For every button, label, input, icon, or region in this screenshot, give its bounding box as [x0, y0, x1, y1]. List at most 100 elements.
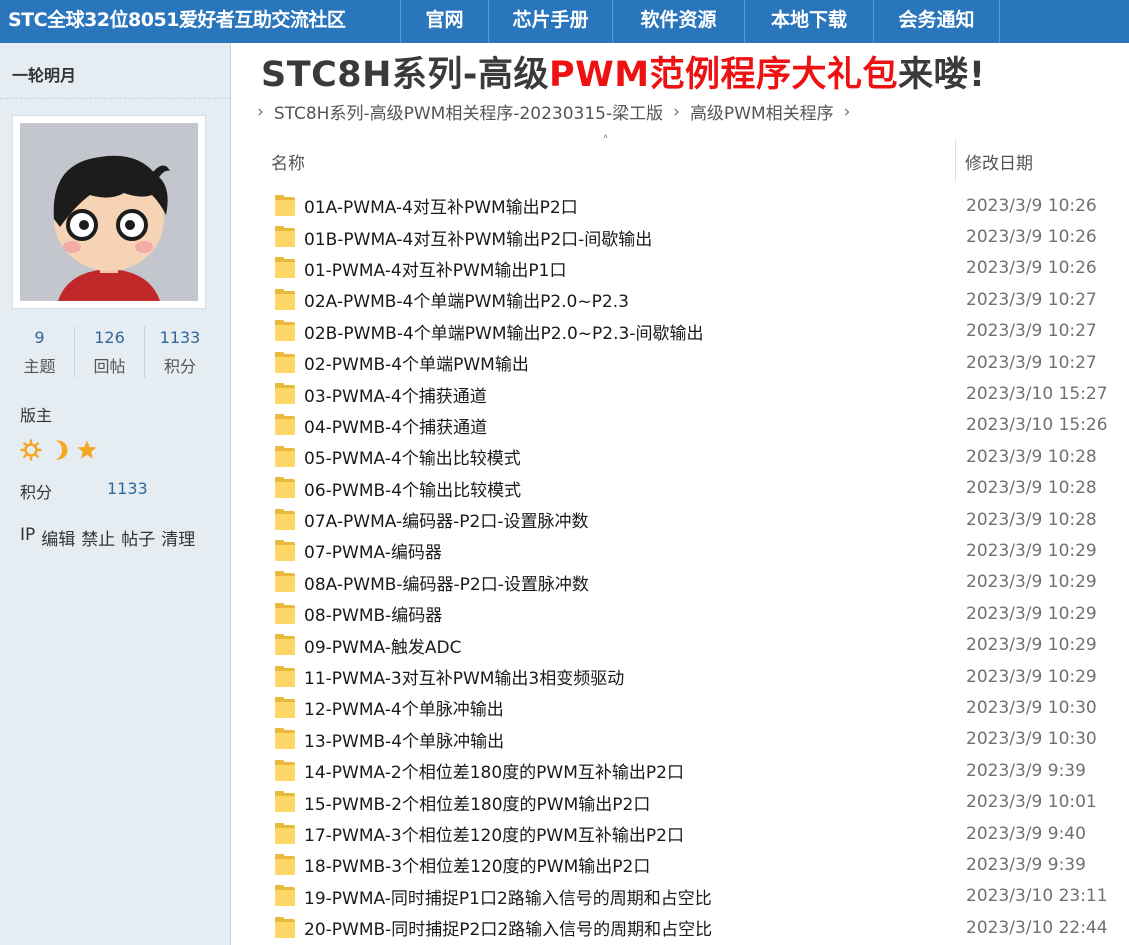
author-rank: 版主: [20, 406, 53, 425]
avatar[interactable]: [20, 123, 198, 301]
sort-ascending-icon: ˄: [602, 134, 609, 150]
file-name: 02B-PWMB-4个单端PWM输出P2.0~P2.3-间歇输出: [304, 323, 704, 344]
stat-threads[interactable]: 9 主题: [5, 326, 75, 378]
author-username[interactable]: 一轮明月: [12, 62, 76, 86]
list-item[interactable]: 07A-PWMA-编码器-P2口-设置脉冲数 2023/3/9 10:28: [270, 504, 1129, 535]
folder-icon: [275, 728, 297, 750]
avatar-cartoon-icon: [20, 123, 198, 301]
nav-item-official[interactable]: 官网: [400, 0, 488, 43]
column-resize-handle[interactable]: [955, 140, 956, 182]
stat-credits[interactable]: 1133 积分: [145, 326, 215, 378]
folder-icon: [275, 383, 297, 405]
file-name: 19-PWMA-同时捕捉P1口2路输入信号的周期和占空比: [304, 888, 712, 909]
list-item[interactable]: 08-PWMB-编码器 2023/3/9 10:29: [270, 598, 1129, 629]
list-item[interactable]: 05-PWMA-4个输出比较模式 2023/3/9 10:28: [270, 441, 1129, 472]
folder-icon: [275, 759, 297, 782]
avatar-frame[interactable]: [12, 115, 206, 309]
file-modified-date: 2023/3/9 10:26: [966, 195, 1097, 216]
file-name: 14-PWMA-2个相位差180度的PWM互补输出P2口: [304, 763, 684, 784]
breadcrumb-item-root[interactable]: STC8H系列-高级PWM相关程序-20230315-梁工版: [274, 99, 663, 124]
site-brand[interactable]: STC全球32位8051爱好者互助交流社区: [0, 0, 400, 43]
folder-icon: [275, 194, 297, 217]
file-modified-date: 2023/3/9 10:29: [966, 572, 1097, 593]
file-modified-date: 2023/3/9 10:29: [966, 635, 1097, 656]
list-item[interactable]: 03-PWMA-4个捕获通道 2023/3/10 15:27: [270, 378, 1129, 409]
action-edit[interactable]: 编辑: [41, 525, 75, 550]
folder-icon: [275, 822, 297, 845]
file-modified-date: 2023/3/9 10:28: [966, 509, 1097, 530]
file-name: 03-PWMA-4个捕获通道: [304, 386, 487, 407]
file-name: 02-PWMB-4个单端PWM输出: [304, 355, 529, 376]
nav-filler: [999, 0, 1129, 43]
list-item[interactable]: 07-PWMA-编码器 2023/3/9 10:29: [270, 535, 1129, 566]
list-item[interactable]: 13-PWMB-4个单脉冲输出 2023/3/9 10:30: [270, 724, 1129, 755]
list-item[interactable]: 02A-PWMB-4个单端PWM输出P2.0~P2.3 2023/3/9 10:2…: [270, 284, 1129, 315]
file-modified-date: 2023/3/10 15:26: [966, 415, 1108, 436]
folder-icon: [275, 539, 297, 562]
breadcrumb-chevron-icon: ›: [843, 101, 851, 122]
list-item[interactable]: 04-PWMB-4个捕获通道 2023/3/10 15:26: [270, 410, 1129, 441]
list-item[interactable]: 12-PWMA-4个单脉冲输出 2023/3/9 10:30: [270, 692, 1129, 723]
stat-threads-label: 主题: [23, 357, 56, 376]
list-item[interactable]: 02B-PWMB-4个单端PWM输出P2.0~P2.3-间歇输出 2023/3/9…: [270, 316, 1129, 347]
sidebar-divider: [0, 98, 231, 99]
folder-icon: [275, 696, 297, 719]
post-title: STC8H系列-高级PWM范例程序大礼包来喽!: [261, 46, 986, 97]
folder-icon: [275, 665, 297, 688]
moon-icon: [55, 440, 68, 460]
action-ip[interactable]: IP: [20, 525, 35, 550]
file-list-header: ˄ 名称 修改日期: [261, 132, 1129, 182]
stat-threads-value: 9: [34, 328, 45, 347]
stat-replies-value: 126: [94, 328, 125, 347]
action-clean[interactable]: 清理: [161, 525, 195, 550]
stat-replies[interactable]: 126 回帖: [75, 326, 145, 378]
file-name: 01B-PWMA-4对互补PWM输出P2口-间歇输出: [304, 229, 653, 250]
file-name: 07A-PWMA-编码器-P2口-设置脉冲数: [304, 512, 589, 533]
list-item[interactable]: 06-PWMB-4个输出比较模式 2023/3/9 10:28: [270, 473, 1129, 504]
list-item[interactable]: 02-PWMB-4个单端PWM输出 2023/3/9 10:27: [270, 347, 1129, 378]
nav-item-download[interactable]: 本地下载: [744, 0, 873, 43]
list-item[interactable]: 17-PWMA-3个相位差120度的PWM互补输出P2口 2023/3/9 9:4…: [270, 818, 1129, 849]
list-item[interactable]: 14-PWMA-2个相位差180度的PWM互补输出P2口 2023/3/9 9:3…: [270, 755, 1129, 786]
breadcrumb-item-folder[interactable]: 高级PWM相关程序: [690, 99, 834, 124]
list-item[interactable]: 01B-PWMA-4对互补PWM输出P2口-间歇输出 2023/3/9 10:26: [270, 221, 1129, 252]
folder-icon: [275, 477, 297, 499]
file-modified-date: 2023/3/9 10:30: [966, 697, 1097, 718]
file-modified-date: 2023/3/9 9:40: [966, 823, 1086, 844]
nav-item-software[interactable]: 软件资源: [612, 0, 744, 43]
list-item[interactable]: 11-PWMA-3对互补PWM输出3相变频驱动 2023/3/9 10:29: [270, 661, 1129, 692]
list-item[interactable]: 19-PWMA-同时捕捉P1口2路输入信号的周期和占空比 2023/3/10 23…: [270, 881, 1129, 912]
file-name: 13-PWMB-4个单脉冲输出: [304, 731, 505, 752]
file-modified-date: 2023/3/10 22:44: [966, 917, 1108, 938]
breadcrumb-chevron-icon: ›: [257, 101, 264, 122]
list-item[interactable]: 01-PWMA-4对互补PWM输出P1口 2023/3/9 10:26: [270, 253, 1129, 284]
moderator-actions: IP 编辑 禁止 帖子 清理: [20, 525, 195, 550]
list-item[interactable]: 09-PWMA-触发ADC 2023/3/9 10:29: [270, 629, 1129, 660]
folder-icon: [275, 791, 297, 813]
action-posts[interactable]: 帖子: [121, 525, 155, 550]
list-item[interactable]: 18-PWMB-3个相位差120度的PWM输出P2口 2023/3/9 9:39: [270, 849, 1129, 880]
file-name: 06-PWMB-4个输出比较模式: [304, 480, 522, 501]
author-stats: 9 主题 126 回帖 1133 积分: [5, 326, 225, 378]
folder-icon: [275, 226, 297, 248]
list-item[interactable]: 08A-PWMB-编码器-P2口-设置脉冲数 2023/3/9 10:29: [270, 567, 1129, 598]
nav-item-notice[interactable]: 会务通知: [873, 0, 999, 43]
folder-icon: [275, 602, 297, 625]
folder-icon: [275, 414, 297, 436]
file-name: 02A-PWMB-4个单端PWM输出P2.0~P2.3: [304, 292, 629, 313]
list-item[interactable]: 15-PWMB-2个相位差180度的PWM输出P2口 2023/3/9 10:01: [270, 786, 1129, 817]
action-ban[interactable]: 禁止: [81, 525, 115, 550]
stat-credits-value: 1133: [159, 328, 201, 347]
file-modified-date: 2023/3/9 10:27: [966, 352, 1097, 373]
stat-replies-label: 回帖: [93, 357, 126, 376]
column-header-name[interactable]: 名称: [271, 149, 305, 174]
list-item[interactable]: 20-PWMB-同时捕捉P2口2路输入信号的周期和占空比 2023/3/10 22…: [270, 912, 1129, 943]
list-item[interactable]: 01A-PWMA-4对互补PWM输出P2口 2023/3/9 10:26: [270, 190, 1129, 221]
folder-icon: [275, 508, 297, 531]
nav-item-datasheet[interactable]: 芯片手册: [488, 0, 612, 43]
top-nav: STC全球32位8051爱好者互助交流社区 官网 芯片手册 软件资源 本地下载 …: [0, 0, 1129, 43]
credit-value[interactable]: 1133: [107, 479, 148, 498]
file-modified-date: 2023/3/9 9:39: [966, 854, 1086, 875]
stat-credits-label: 积分: [163, 357, 196, 376]
column-header-date[interactable]: 修改日期: [965, 149, 1033, 174]
